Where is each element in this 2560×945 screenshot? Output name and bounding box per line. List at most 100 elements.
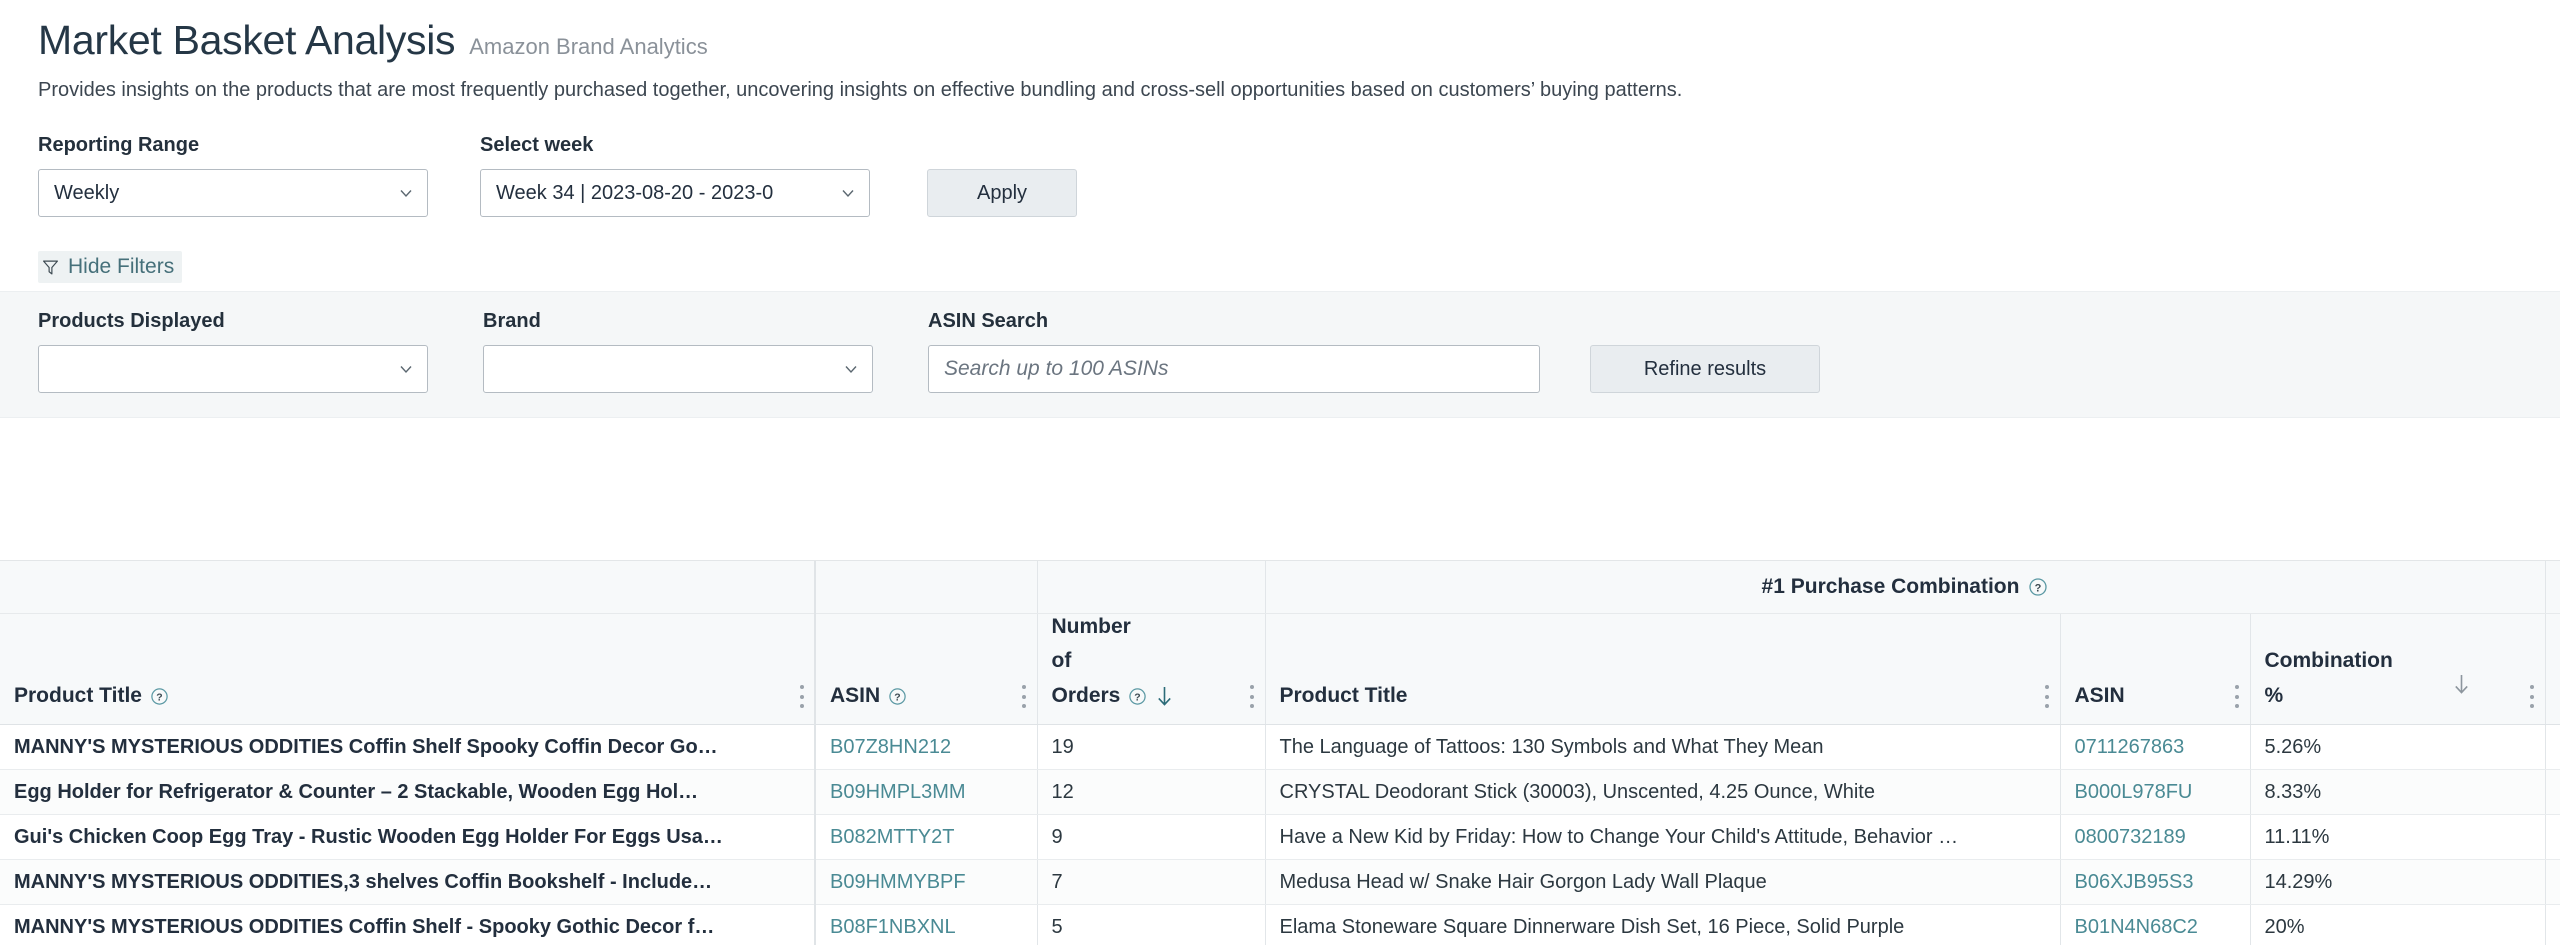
purchase-combination-label: #1 Purchase Combination — [1762, 575, 2020, 599]
page-title: Market Basket Analysis — [38, 18, 455, 63]
asin-link[interactable]: B07Z8HN212 — [830, 736, 951, 758]
asin-search-input[interactable] — [928, 345, 1540, 393]
cell-combo-product-title: Have a New Kid by Friday: How to Change … — [1265, 815, 2060, 860]
cell-combination-pct: 11.11% — [2250, 815, 2545, 860]
asin-link[interactable]: 0711267863 — [2075, 736, 2185, 758]
table-row[interactable]: MANNY'S MYSTERIOUS ODDITIES,3 shelves Co… — [0, 860, 2560, 905]
asin-link[interactable]: B01N4N68C2 — [2075, 916, 2198, 938]
asin-link[interactable]: B06XJB95S3 — [2075, 871, 2194, 893]
col-label-combo-asin: ASIN — [2075, 683, 2125, 710]
col-header-product-title[interactable]: Product Title ? — [0, 613, 815, 725]
column-menu-button[interactable] — [2529, 685, 2534, 708]
market-basket-analysis-page: Market Basket Analysis Amazon Brand Anal… — [0, 0, 2560, 945]
table-row[interactable]: Egg Holder for Refrigerator & Counter – … — [0, 770, 2560, 815]
col-header-number-of-orders[interactable]: Number of Orders ? — [1037, 613, 1265, 725]
table-row[interactable]: MANNY'S MYSTERIOUS ODDITIES Coffin Shelf… — [0, 905, 2560, 945]
cell-combo-product-title: The Language of Tattoos: 130 Symbols and… — [1265, 725, 2060, 770]
select-week-select[interactable]: Week 34 | 2023-08-20 - 2023-0 — [480, 169, 870, 217]
brand-select[interactable] — [483, 345, 873, 393]
chevron-down-icon — [840, 185, 856, 201]
group-blank-product — [0, 561, 815, 613]
chevron-down-icon — [398, 361, 414, 377]
page-description: Provides insights on the products that a… — [38, 77, 2522, 104]
cell-number-of-orders: 5 — [1037, 905, 1265, 945]
asin-link[interactable]: B082MTTY2T — [830, 826, 954, 848]
cell-asin: B08F1NBXNL — [815, 905, 1037, 945]
help-circle-icon[interactable]: ? — [2028, 577, 2048, 597]
column-menu-button[interactable] — [1250, 685, 1255, 708]
cell-overflow — [2545, 905, 2560, 945]
sort-descending-icon[interactable] — [2452, 673, 2471, 696]
cell-combo-asin: B000L978FU — [2060, 770, 2250, 815]
svg-text:?: ? — [156, 693, 162, 704]
col-label-number-of-orders-line3: Orders — [1052, 683, 1121, 710]
select-week-value: Week 34 | 2023-08-20 - 2023-0 — [496, 182, 773, 205]
help-circle-icon[interactable]: ? — [150, 687, 169, 706]
brand-field: Brand — [483, 310, 873, 393]
col-header-overflow — [2545, 613, 2560, 725]
primary-filters: Reporting Range Weekly Select week Week … — [0, 134, 2560, 217]
col-label-asin: ASIN — [830, 683, 880, 710]
reporting-range-label: Reporting Range — [38, 134, 428, 157]
col-header-combo-product-title[interactable]: Product Title — [1265, 613, 2060, 725]
brand-label: Brand — [483, 310, 873, 333]
column-menu-button[interactable] — [1022, 685, 1027, 708]
select-week-label: Select week — [480, 134, 870, 157]
asin-search-label: ASIN Search — [928, 310, 1540, 333]
cell-overflow — [2545, 770, 2560, 815]
table-row[interactable]: Gui's Chicken Coop Egg Tray - Rustic Woo… — [0, 815, 2560, 860]
svg-text:?: ? — [1135, 693, 1141, 704]
table-head: #1 Purchase Combination ? — [0, 561, 2560, 725]
col-header-combo-asin[interactable]: ASIN — [2060, 613, 2250, 725]
column-menu-button[interactable] — [2045, 685, 2050, 708]
column-menu-button[interactable] — [799, 685, 804, 708]
cell-number-of-orders: 7 — [1037, 860, 1265, 905]
sort-descending-icon[interactable] — [1155, 685, 1174, 708]
asin-link[interactable]: B09HMPL3MM — [830, 781, 966, 803]
cell-combination-pct: 20% — [2250, 905, 2545, 945]
asin-link[interactable]: B09HMMYBPF — [830, 871, 966, 893]
col-header-asin[interactable]: ASIN ? — [815, 613, 1037, 725]
col-header-combination-pct[interactable]: Combination % — [2250, 613, 2545, 725]
group-blank-edge — [2545, 561, 2560, 613]
help-circle-icon[interactable]: ? — [1128, 687, 1147, 706]
column-menu-button[interactable] — [2235, 685, 2240, 708]
title-row: Market Basket Analysis Amazon Brand Anal… — [38, 18, 2522, 63]
funnel-icon — [42, 259, 59, 276]
reporting-range-select[interactable]: Weekly — [38, 169, 428, 217]
cell-product-title: MANNY'S MYSTERIOUS ODDITIES,3 shelves Co… — [0, 860, 815, 905]
table-body: MANNY'S MYSTERIOUS ODDITIES Coffin Shelf… — [0, 725, 2560, 945]
cell-combo-product-title: Elama Stoneware Square Dinnerware Dish S… — [1265, 905, 2060, 945]
chevron-down-icon — [843, 361, 859, 377]
group-blank-asin — [815, 561, 1037, 613]
refine-results-button[interactable]: Refine results — [1590, 345, 1820, 393]
chevron-down-icon — [398, 185, 414, 201]
cell-combination-pct: 5.26% — [2250, 725, 2545, 770]
hide-filters-label: Hide Filters — [68, 255, 174, 279]
table-row[interactable]: MANNY'S MYSTERIOUS ODDITIES Coffin Shelf… — [0, 725, 2560, 770]
products-displayed-select[interactable] — [38, 345, 428, 393]
cell-product-title: MANNY'S MYSTERIOUS ODDITIES Coffin Shelf… — [0, 725, 815, 770]
help-circle-icon[interactable]: ? — [888, 687, 907, 706]
col-label-number-of-orders-line2: of — [1052, 648, 1072, 675]
hide-filters-toggle[interactable]: Hide Filters — [38, 251, 182, 283]
col-label-product-title: Product Title — [14, 683, 142, 710]
apply-button[interactable]: Apply — [927, 169, 1077, 217]
asin-link[interactable]: 0800732189 — [2075, 826, 2186, 848]
asin-link[interactable]: B08F1NBXNL — [830, 916, 956, 938]
cell-combo-asin: 0800732189 — [2060, 815, 2250, 860]
column-header-row: Product Title ? — [0, 613, 2560, 725]
cell-overflow — [2545, 815, 2560, 860]
results-table-container[interactable]: #1 Purchase Combination ? — [0, 560, 2560, 945]
reporting-range-value: Weekly — [54, 182, 119, 205]
products-displayed-field: Products Displayed — [38, 310, 428, 393]
cell-combo-product-title: CRYSTAL Deodorant Stick (30003), Unscent… — [1265, 770, 2060, 815]
cell-number-of-orders: 19 — [1037, 725, 1265, 770]
cell-overflow — [2545, 860, 2560, 905]
cell-combo-asin: B06XJB95S3 — [2060, 860, 2250, 905]
asin-link[interactable]: B000L978FU — [2075, 781, 2193, 803]
svg-text:?: ? — [894, 693, 900, 704]
reporting-range-field: Reporting Range Weekly — [38, 134, 428, 217]
cell-asin: B09HMMYBPF — [815, 860, 1037, 905]
cell-overflow — [2545, 725, 2560, 770]
